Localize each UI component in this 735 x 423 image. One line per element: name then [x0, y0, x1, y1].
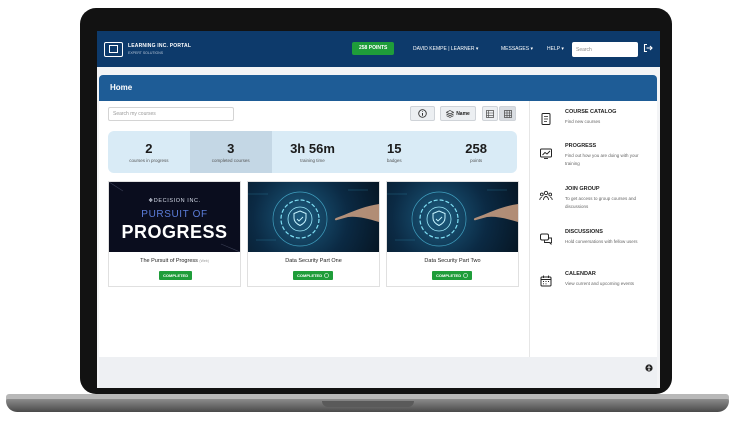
messages-menu[interactable]: MESSAGES ▾: [501, 46, 533, 52]
footer-strip: [99, 357, 657, 388]
portal-logo[interactable]: LEARNING INC. PORTAL EXPERT SOLUTIONS: [104, 42, 191, 57]
screen: LEARNING INC. PORTAL EXPERT SOLUTIONS 25…: [97, 31, 660, 388]
info-button[interactable]: [410, 106, 435, 121]
logout-icon[interactable]: [643, 43, 653, 53]
content-area: Name 2 courses in progress: [99, 101, 657, 357]
sidebar-item-join-group[interactable]: JOIN GROUP To get access to group course…: [530, 186, 658, 228]
stat-courses-in-progress[interactable]: 2 courses in progress: [108, 131, 190, 173]
global-search-input[interactable]: [572, 42, 638, 57]
sort-icon: [446, 109, 455, 118]
list-view-button[interactable]: [482, 106, 498, 121]
completed-badge: COMPLETED: [432, 271, 473, 280]
list-view-icon: [486, 109, 494, 118]
stat-completed-courses[interactable]: 3 completed courses: [189, 131, 272, 173]
thumbnail-line-2: PROGRESS: [121, 222, 228, 242]
completed-check-icon: [463, 273, 468, 278]
sidebar-item-description: Find new courses: [565, 119, 601, 124]
security-illustration: [248, 189, 379, 247]
top-navigation: LEARNING INC. PORTAL EXPERT SOLUTIONS 25…: [97, 31, 660, 67]
stat-value: 3h 56m: [290, 140, 335, 156]
laptop-notch: [322, 401, 414, 407]
info-icon: [418, 109, 427, 118]
security-illustration: [387, 189, 518, 247]
user-menu[interactable]: DAVID KEMPE | LEARNER ▾: [413, 46, 478, 52]
stats-panel: 2 courses in progress 3 completed course…: [108, 131, 517, 173]
stat-value: 15: [387, 140, 402, 156]
stat-value: 2: [145, 140, 153, 156]
completed-badge: COMPLETED: [159, 271, 193, 280]
stat-label: points: [470, 157, 483, 163]
sidebar-item-progress[interactable]: PROGRESS Find out how you are doing with…: [530, 143, 658, 185]
points-badge[interactable]: 258 POINTS: [352, 42, 395, 55]
course-card-data-security-part-one[interactable]: Data Security Part One COMPLETED: [247, 181, 380, 287]
home-header-bar: Home: [99, 75, 657, 101]
sidebar-item-title: JOIN GROUP: [565, 186, 600, 192]
progress-icon: [540, 148, 552, 159]
main-column: Name 2 courses in progress: [99, 101, 528, 357]
course-title[interactable]: Data Security Part One: [248, 258, 379, 264]
stat-label: completed courses: [211, 157, 250, 163]
thumbnail-brand: ❖DECISION INC.: [148, 198, 201, 204]
stat-badges[interactable]: 15 badges: [353, 131, 435, 173]
course-card-pursuit-of-progress[interactable]: ❖DECISION INC. PURSUIT OF PROGRESS The P…: [108, 181, 241, 287]
course-card-data-security-part-two[interactable]: Data Security Part Two COMPLETED: [386, 181, 519, 287]
course-title[interactable]: Data Security Part Two: [387, 258, 518, 264]
sidebar-item-course-catalog[interactable]: COURSE CATALOG Find new courses: [530, 109, 658, 143]
catalog-icon: [541, 113, 551, 125]
stat-training-time[interactable]: 3h 56m training time: [272, 131, 354, 173]
sidebar-item-description: To get access to group courses and discu…: [565, 196, 637, 209]
logo-subtitle: EXPERT SOLUTIONS: [128, 50, 164, 55]
stat-label: badges: [386, 157, 402, 163]
sidebar-item-title: COURSE CATALOG: [565, 109, 617, 115]
stat-value: 3: [227, 140, 235, 156]
help-menu[interactable]: HELP ▾: [547, 46, 564, 52]
completed-badge: COMPLETED: [293, 271, 334, 280]
completed-label: COMPLETED: [163, 273, 189, 278]
logo-title: LEARNING INC. PORTAL: [128, 42, 192, 49]
course-thumbnail[interactable]: [387, 182, 518, 252]
sidebar-item-description: View current and upcoming events: [565, 281, 634, 286]
logo-icon: [104, 42, 123, 57]
sidebar-item-title: CALENDAR: [565, 271, 596, 277]
course-subtitle: (Web): [199, 259, 209, 263]
logo-text: LEARNING INC. PORTAL EXPERT SOLUTIONS: [128, 43, 191, 57]
sidebar-item-title: PROGRESS: [565, 143, 597, 149]
sort-button[interactable]: Name: [440, 106, 476, 121]
sidebar-item-discussions[interactable]: DISCUSSIONS Hold conversations with fell…: [530, 229, 658, 271]
stat-value: 258: [465, 140, 487, 156]
course-title[interactable]: The Pursuit of Progress (Web): [109, 258, 240, 264]
sidebar-item-calendar[interactable]: CALENDAR View current and upcoming event…: [530, 271, 658, 313]
group-icon: [539, 190, 553, 201]
thumbnail-line-1: PURSUIT OF: [141, 209, 208, 220]
sidebar-item-title: DISCUSSIONS: [565, 229, 603, 235]
course-title-text: The Pursuit of Progress: [140, 258, 198, 264]
course-thumbnail[interactable]: ❖DECISION INC. PURSUIT OF PROGRESS: [109, 182, 240, 252]
course-thumbnail[interactable]: [248, 182, 379, 252]
accessibility-icon[interactable]: [645, 364, 653, 372]
sidebar-item-description: Hold conversations with fellow users: [565, 239, 638, 244]
completed-check-icon: [324, 273, 329, 278]
stat-label: training time: [300, 157, 325, 163]
page-title: Home: [110, 83, 133, 92]
grid-view-icon: [503, 109, 512, 118]
grid-view-button[interactable]: [499, 106, 516, 121]
stat-points[interactable]: 258 points: [435, 131, 517, 173]
completed-label: COMPLETED: [297, 273, 323, 278]
sort-label: Name: [456, 110, 470, 117]
quick-links-sidebar: COURSE CATALOG Find new courses PROGRESS…: [529, 101, 658, 357]
completed-label: COMPLETED: [436, 273, 462, 278]
course-search-input[interactable]: [108, 107, 234, 121]
stat-label: courses in progress: [129, 157, 169, 163]
calendar-icon: [540, 275, 552, 287]
sidebar-item-description: Find out how you are doing with your tra…: [565, 153, 639, 166]
discussions-icon: [540, 233, 552, 246]
